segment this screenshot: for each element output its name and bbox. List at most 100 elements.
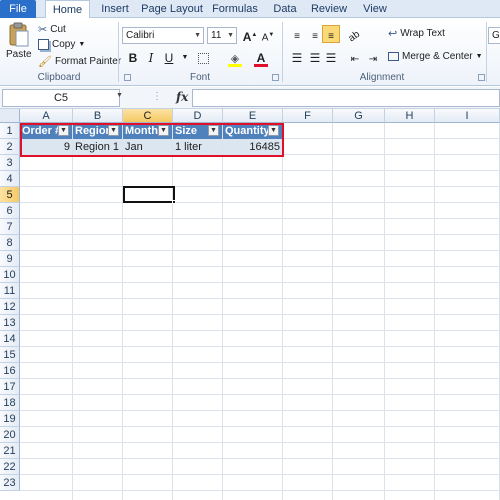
font-size-combo[interactable]: 11 ▼ [207, 27, 237, 44]
font-name-combo[interactable]: Calibri ▼ [122, 27, 204, 44]
number-format-combo[interactable]: Ge [488, 27, 500, 44]
name-box-dropdown[interactable]: ▼ [116, 92, 123, 99]
row-header-15[interactable]: 15 [0, 347, 20, 363]
underline-dropdown[interactable]: ▼ [176, 49, 194, 67]
tab-review[interactable]: Review [308, 0, 350, 18]
row-header-23[interactable]: 23 [0, 475, 20, 491]
column-header-b[interactable]: B [73, 109, 123, 123]
chevron-down-icon: ▼ [181, 54, 189, 61]
grow-font-button[interactable]: A▲ [241, 26, 259, 44]
select-all-button[interactable] [0, 109, 20, 123]
merge-icon [388, 52, 399, 61]
decrease-indent-button[interactable]: ⇤ [346, 49, 364, 67]
row-header-13[interactable]: 13 [0, 315, 20, 331]
insert-function-button[interactable]: fx [176, 90, 188, 104]
gridline [222, 123, 223, 500]
borders-button[interactable] [194, 49, 212, 67]
font-color-swatch [254, 64, 268, 67]
row-header-19[interactable]: 19 [0, 411, 20, 427]
tab-page-layout[interactable]: Page Layout [140, 0, 204, 18]
name-box-value: C5 [53, 92, 69, 104]
row-header-3[interactable]: 3 [0, 155, 20, 171]
gridline [172, 123, 173, 500]
font-color-button[interactable]: A [252, 49, 270, 67]
copy-button[interactable]: Copy ▼ [38, 39, 85, 50]
tab-file[interactable]: File [0, 0, 36, 18]
tab-home[interactable]: Home [45, 0, 90, 19]
name-box[interactable]: C5 [2, 89, 120, 107]
alignment-launcher[interactable] [478, 74, 485, 81]
row-header-8[interactable]: 8 [0, 235, 20, 251]
orientation-button[interactable]: ab [346, 26, 364, 44]
row-header-6[interactable]: 6 [0, 203, 20, 219]
tab-data[interactable]: Data [268, 0, 302, 18]
row-header-14[interactable]: 14 [0, 331, 20, 347]
column-header-h[interactable]: H [385, 109, 435, 123]
paste-icon [9, 22, 29, 47]
gridline [20, 282, 500, 283]
row-header-5[interactable]: 5 [0, 187, 20, 203]
row-header-12[interactable]: 12 [0, 299, 20, 315]
column-header-e[interactable]: E [223, 109, 283, 123]
number-format-value: Ge [492, 30, 500, 41]
formula-input[interactable] [192, 89, 500, 107]
fill-color-swatch [228, 64, 242, 67]
column-header-g[interactable]: G [333, 109, 385, 123]
worksheet-grid[interactable]: A B C D E F G H I 1 2 3 4 5 6 7 8 9 10 11 12 13 14 15 16 17 18 19 20… [0, 109, 500, 500]
row-header-20[interactable]: 20 [0, 427, 20, 443]
align-top-button[interactable]: ≡ [288, 26, 306, 44]
row-header-2[interactable]: 2 [0, 139, 20, 155]
ribbon-home: Paste ✂ Cut Copy ▼ 🖌 Format Painter Clip… [0, 18, 500, 86]
row-header-17[interactable]: 17 [0, 379, 20, 395]
tab-view[interactable]: View [358, 0, 392, 18]
column-header-c[interactable]: C [123, 109, 173, 123]
format-painter-label: Format Painter [54, 56, 122, 67]
gridline [20, 266, 500, 267]
row-header-1[interactable]: 1 [0, 123, 20, 139]
chevron-down-icon: ▼ [227, 32, 234, 39]
cut-button[interactable]: ✂ Cut [38, 23, 66, 36]
bold-button[interactable]: B [124, 49, 142, 67]
gridline [20, 378, 500, 379]
font-name-value: Calibri [126, 30, 155, 41]
formula-bar-grip[interactable]: ⋮ [152, 91, 162, 102]
column-header-d[interactable]: D [173, 109, 223, 123]
row-header-7[interactable]: 7 [0, 219, 20, 235]
align-middle-icon: ≡ [312, 31, 318, 42]
gridline [20, 170, 500, 171]
font-launcher[interactable] [272, 74, 279, 81]
align-left-button[interactable]: ☰ [288, 49, 306, 67]
row-header-22[interactable]: 22 [0, 459, 20, 475]
merge-center-button[interactable]: Merge & Center ▼ [388, 51, 483, 62]
row-header-21[interactable]: 21 [0, 443, 20, 459]
row-header-18[interactable]: 18 [0, 395, 20, 411]
decrease-indent-icon: ⇤ [350, 54, 360, 65]
align-bottom-icon: ≡ [328, 31, 334, 42]
increase-indent-button[interactable]: ⇥ [364, 49, 382, 67]
italic-button[interactable]: I [142, 49, 160, 67]
column-header-f[interactable]: F [283, 109, 333, 123]
active-cell-c5[interactable] [123, 186, 175, 203]
tab-insert[interactable]: Insert [96, 0, 134, 18]
fill-handle[interactable] [172, 200, 176, 204]
row-header-11[interactable]: 11 [0, 283, 20, 299]
align-right-button[interactable]: ☰ [322, 49, 340, 67]
shrink-font-button[interactable]: A▼ [259, 26, 277, 44]
scissors-icon: ✂ [38, 24, 48, 36]
row-header-4[interactable]: 4 [0, 171, 20, 187]
chevron-down-icon: ▼ [475, 53, 483, 60]
column-header-i[interactable]: I [435, 109, 500, 123]
align-bottom-button[interactable]: ≡ [322, 25, 340, 43]
fill-color-button[interactable]: ◈ [226, 49, 244, 67]
wrap-text-button[interactable]: ↩ Wrap Text [388, 27, 445, 40]
row-header-9[interactable]: 9 [0, 251, 20, 267]
tab-formulas[interactable]: Formulas [210, 0, 260, 18]
row-header-10[interactable]: 10 [0, 267, 20, 283]
column-header-a[interactable]: A [20, 109, 73, 123]
alignment-group-label: Alignment [359, 72, 405, 83]
gridline [282, 123, 283, 500]
ribbon-tab-bar: File Home Insert Page Layout Formulas Da… [0, 0, 500, 19]
format-painter-button[interactable]: 🖌 Format Painter [38, 55, 121, 68]
paste-button[interactable]: Paste [6, 22, 32, 60]
row-header-16[interactable]: 16 [0, 363, 20, 379]
